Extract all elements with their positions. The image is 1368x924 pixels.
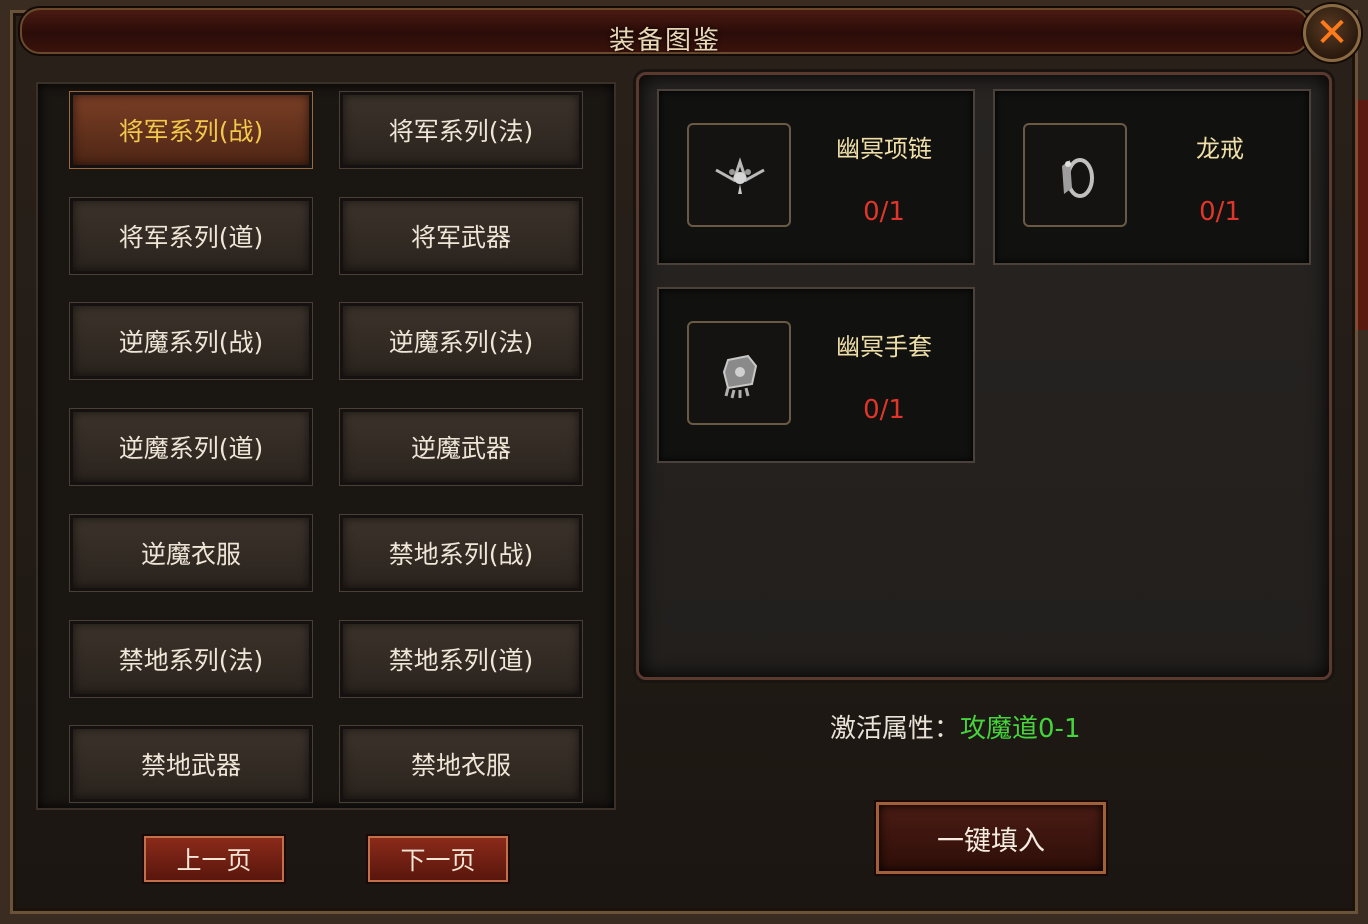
item-name: 幽冥手套 bbox=[836, 333, 932, 361]
item-count: 0/1 bbox=[863, 197, 905, 227]
series-button-general-warrior[interactable]: 将军系列(战) bbox=[69, 91, 313, 169]
series-button-nimo-clothes[interactable]: 逆魔衣服 bbox=[69, 514, 313, 592]
item-grid-panel: 幽冥项链 0/1 龙戒 0/1 幽冥手套 0/1 bbox=[636, 72, 1332, 680]
title-bar: 装备图鉴 bbox=[20, 8, 1310, 56]
item-card[interactable]: 龙戒 0/1 bbox=[993, 89, 1311, 265]
item-card[interactable]: 幽冥项链 0/1 bbox=[657, 89, 975, 265]
activation-value: 攻魔道0-1 bbox=[960, 713, 1081, 744]
item-name: 龙戒 bbox=[1196, 135, 1244, 163]
series-button-jindi-taoist[interactable]: 禁地系列(道) bbox=[339, 620, 583, 698]
item-slot[interactable] bbox=[687, 321, 791, 425]
series-list-panel: 将军系列(战) 将军系列(法) 将军系列(道) 将军武器 逆魔系列(战) 逆魔系… bbox=[36, 82, 616, 810]
series-button-general-weapon[interactable]: 将军武器 bbox=[339, 197, 583, 275]
close-button[interactable]: ✕ bbox=[1303, 4, 1361, 62]
series-button-jindi-weapon[interactable]: 禁地武器 bbox=[69, 725, 313, 803]
ring-icon bbox=[1062, 158, 1094, 198]
series-button-nimo-taoist[interactable]: 逆魔系列(道) bbox=[69, 408, 313, 486]
series-button-general-mage[interactable]: 将军系列(法) bbox=[339, 91, 583, 169]
series-button-jindi-warrior[interactable]: 禁地系列(战) bbox=[339, 514, 583, 592]
item-slot[interactable] bbox=[1023, 123, 1127, 227]
close-icon: ✕ bbox=[1315, 10, 1349, 56]
window-title: 装备图鉴 bbox=[608, 26, 721, 56]
item-count: 0/1 bbox=[1199, 197, 1241, 227]
necklace-icon bbox=[715, 157, 765, 194]
side-tab bbox=[1356, 100, 1368, 330]
series-button-jindi-clothes[interactable]: 禁地衣服 bbox=[339, 725, 583, 803]
activation-label: 激活属性： bbox=[830, 713, 961, 744]
one-click-fill-button[interactable]: 一键填入 bbox=[874, 800, 1108, 876]
item-name: 幽冥项链 bbox=[836, 135, 932, 163]
activation-attribute: 激活属性： 攻魔道0-1 bbox=[830, 708, 1080, 744]
next-page-button[interactable]: 下一页 bbox=[366, 834, 510, 884]
glove-icon bbox=[722, 354, 758, 399]
series-button-jindi-mage[interactable]: 禁地系列(法) bbox=[69, 620, 313, 698]
series-button-nimo-warrior[interactable]: 逆魔系列(战) bbox=[69, 302, 313, 380]
item-slot[interactable] bbox=[687, 123, 791, 227]
series-button-nimo-weapon[interactable]: 逆魔武器 bbox=[339, 408, 583, 486]
item-count: 0/1 bbox=[863, 395, 905, 425]
item-card[interactable]: 幽冥手套 0/1 bbox=[657, 287, 975, 463]
series-button-general-taoist[interactable]: 将军系列(道) bbox=[69, 197, 313, 275]
series-button-nimo-mage[interactable]: 逆魔系列(法) bbox=[339, 302, 583, 380]
prev-page-button[interactable]: 上一页 bbox=[142, 834, 286, 884]
